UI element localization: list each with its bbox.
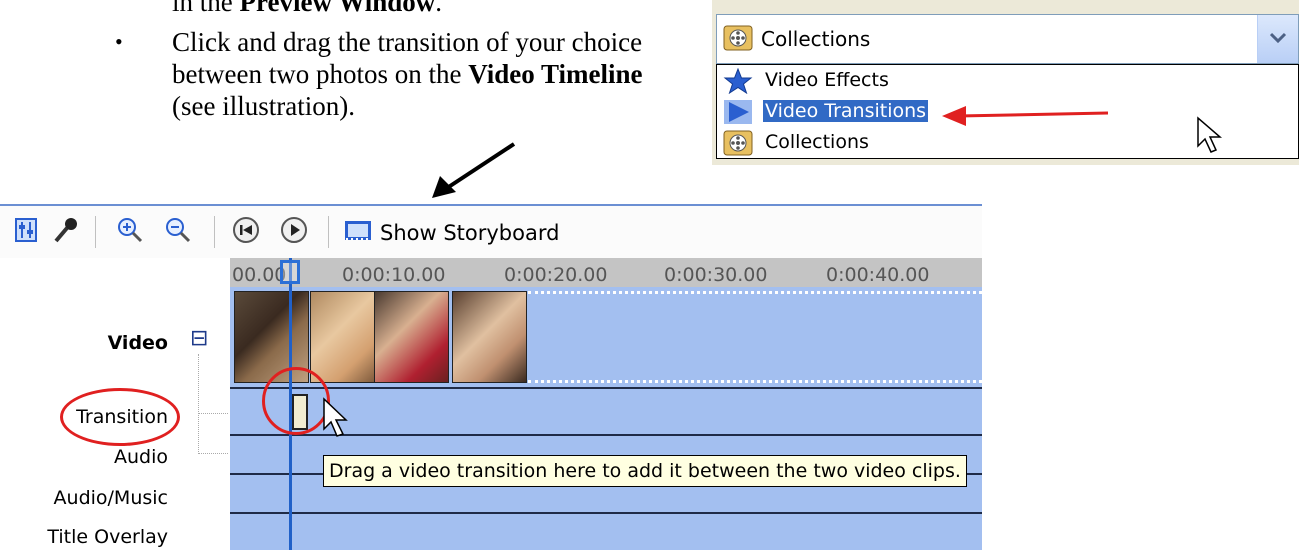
time-ruler[interactable]: 00.00 0:00:10.00 0:00:20.00 0:00:30.00 0… [230,258,982,287]
toolbar-separator [328,216,329,248]
ruler-tick: 0:00:30.00 [664,264,768,286]
narrate-microphone-icon[interactable] [52,216,80,244]
play-icon[interactable] [280,216,308,244]
mouse-cursor-icon [323,397,348,437]
transition-play-icon [723,99,753,125]
video-track-end-marker [528,291,982,383]
list-item-video-effects[interactable]: Video Effects [717,66,1298,96]
track-divider [230,512,982,514]
tooltip: Drag a video transition here to add it b… [323,455,967,487]
show-storyboard-button[interactable]: Show Storyboard [380,221,559,245]
rewind-icon[interactable] [232,216,260,244]
set-audio-levels-icon[interactable] [12,216,40,244]
star-icon [723,67,753,95]
track-divider [230,387,982,389]
tree-connector [198,453,228,454]
zoom-in-icon[interactable] [116,216,144,244]
instruction-line-1: in the Preview Window. [172,0,443,17]
playhead-handle[interactable] [280,260,300,284]
collections-select[interactable]: Collections [716,14,1299,64]
track-label-video: Video [107,332,168,354]
red-annotation-ellipse [60,388,180,446]
select-value: Collections [761,27,871,51]
zoom-out-icon[interactable] [164,216,192,244]
tree-connector [198,413,228,414]
video-clip-thumbnail[interactable] [452,291,527,383]
instruction-paragraph: Click and drag the transition of your ch… [172,27,643,121]
ruler-tick: 0:00:20.00 [504,264,608,286]
timeline-toolbar: Show Storyboard [0,206,982,258]
red-annotation-circle [262,367,330,435]
film-reel-icon [723,130,753,156]
track-label-title-overlay: Title Overlay [47,526,168,548]
ruler-tick: 00.00 [232,264,287,286]
chevron-down-icon [1269,32,1287,44]
timeline-window: Show Storyboard Video ⊟ Transition Audio… [0,204,982,550]
collapse-toggle-icon[interactable]: ⊟ [190,326,208,351]
black-annotation-arrow [432,142,516,198]
video-clip-thumbnail[interactable] [374,291,449,383]
tree-connector [198,354,229,454]
red-annotation-arrow [942,106,1109,126]
storyboard-icon[interactable] [344,216,372,244]
track-label-audio-music: Audio/Music [53,487,168,509]
film-reel-icon [723,25,753,51]
ruler-tick: 0:00:40.00 [826,264,930,286]
toolbar-separator [95,216,96,248]
toolbar-separator [214,216,215,248]
track-label-audio: Audio [113,446,168,468]
mouse-cursor-icon [1197,116,1223,153]
dropdown-toggle-button[interactable] [1257,15,1298,63]
bullet-point: • [115,29,123,54]
ruler-tick: 0:00:10.00 [342,264,446,286]
